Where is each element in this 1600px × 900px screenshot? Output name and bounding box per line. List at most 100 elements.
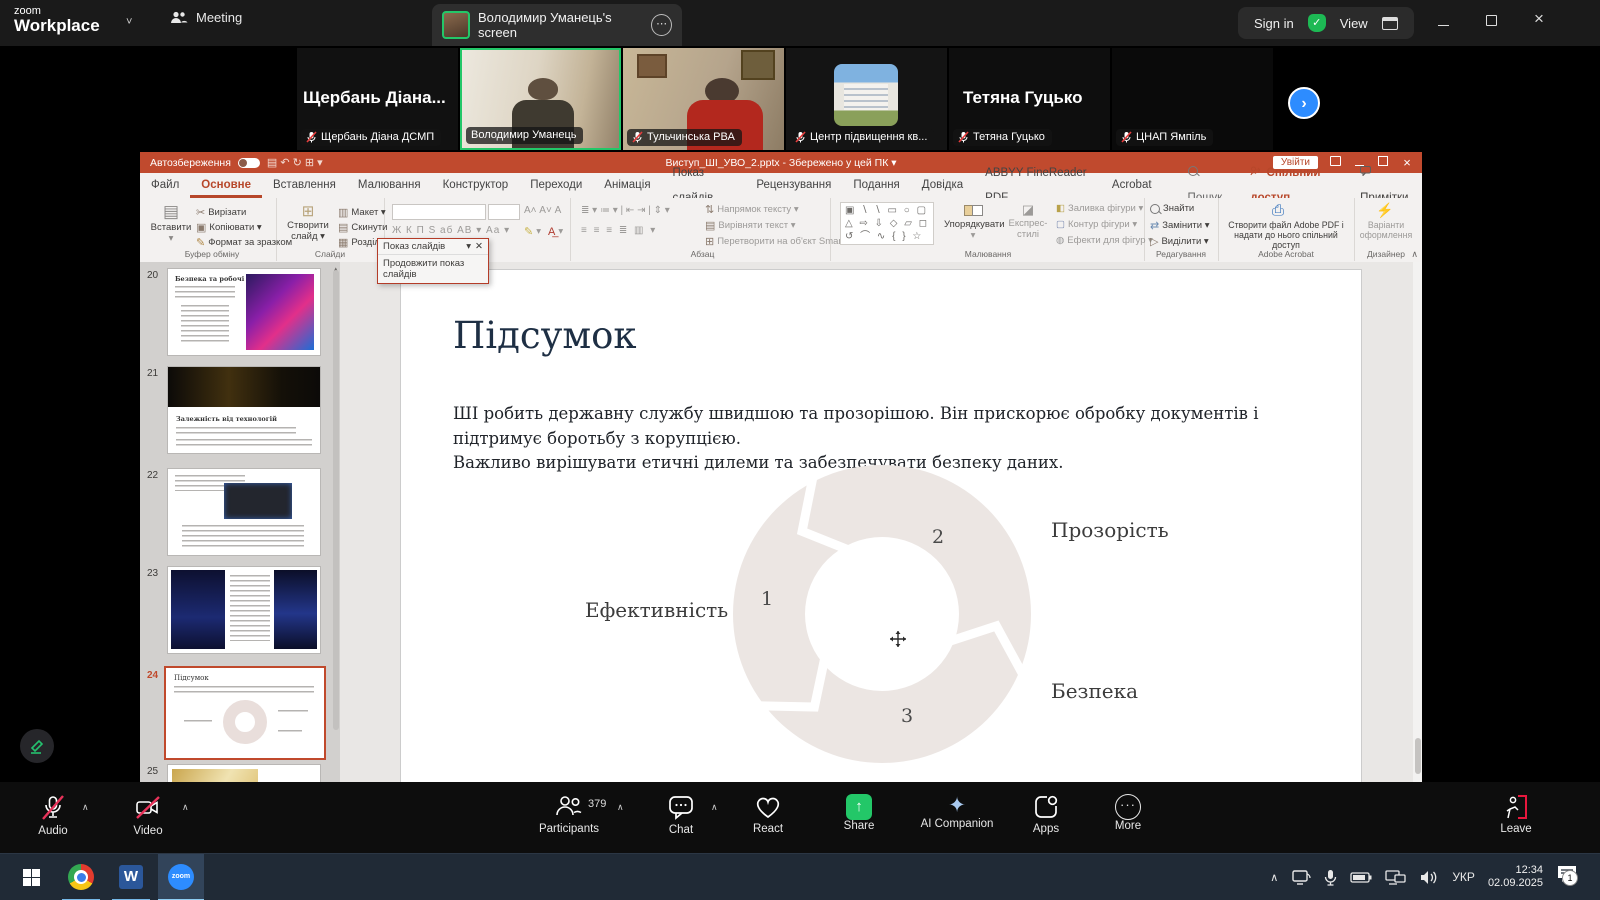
tab-insert[interactable]: Вставлення [262,173,347,198]
find-button[interactable]: Знайти [1150,203,1194,214]
notification-center-button[interactable]: 1 [1556,862,1586,892]
shapes-row[interactable]: △ ⇨ ⇩ ◇ ▱ ◻ [845,217,929,230]
tray-expand-icon[interactable]: ∧ [1270,871,1278,884]
meeting-tab[interactable]: Meeting [170,10,242,25]
cycle-diagram[interactable] [722,454,1042,774]
create-pdf-button[interactable]: Створити файл Adobe PDF і надати до ньог… [1222,220,1350,250]
font-style-buttons[interactable]: Ж К П S аб АВ ▾ Аа ▾ [392,225,510,236]
participants-caret[interactable]: ∧ [617,802,624,813]
video-button[interactable]: Video [118,794,178,837]
screen-share-tab[interactable]: Володимир Уманець's screen ⋯ [432,4,682,46]
resume-slideshow-button[interactable]: Продовжити показ слайдів [378,255,488,283]
popup-close-icon[interactable]: ✕ [475,241,483,252]
layout-button[interactable]: ▥ Макет ▾ [338,206,386,219]
video-options-caret[interactable]: ∧ [182,802,189,813]
ai-companion-button[interactable]: ✦ AI Companion [907,794,1007,830]
view-grid-icon[interactable] [1381,16,1398,30]
copy-button[interactable]: ▣ Копіювати ▾ [196,221,262,234]
window-maximize-button[interactable] [1476,13,1506,29]
tab-design[interactable]: Конструктор [432,173,520,198]
font-name-dropdown[interactable] [392,204,486,220]
video-tile[interactable]: Тульчинська РВА [623,48,784,150]
apps-button[interactable]: Apps [1016,794,1076,835]
paste-button[interactable]: ▤ Вставити ▾ [148,202,194,244]
shapes-row[interactable]: ▣ ∖ ∖ ▭ ○ ▢ [845,204,929,217]
slide-thumbnail-20[interactable]: Безпека та робочі місця [167,268,321,356]
volume-tray-icon[interactable] [1420,870,1439,885]
ppt-sign-in-button[interactable]: Увійти [1272,156,1318,169]
annotation-tool-button[interactable] [20,729,54,763]
ppt-minimize-button[interactable] [1352,157,1366,169]
slide-thumbnail-23[interactable] [167,566,321,654]
taskbar-zoom-button-active[interactable]: zoom [158,854,204,900]
autosave-toggle[interactable] [237,157,260,168]
language-indicator[interactable]: УКР [1452,870,1475,884]
slide-thumbnail-21[interactable]: Залежність від технологій [167,366,321,454]
taskbar-chrome-button[interactable] [58,854,104,900]
highlight-color-button[interactable]: ✎ ▾ А̲ ▾ [524,225,563,239]
tab-file[interactable]: Файл [140,173,190,198]
tab-help[interactable]: Довідка [911,173,974,198]
tab-acrobat[interactable]: Acrobat [1101,173,1163,198]
start-button[interactable] [8,854,54,900]
window-minimize-button[interactable] [1428,13,1458,29]
workspace-chevron-icon[interactable]: ˅ [126,16,132,28]
sign-in-button[interactable]: Sign in [1254,16,1294,31]
current-slide[interactable]: Підсумок ШІ робить державну службу швидш… [400,269,1362,782]
font-size-dropdown[interactable] [488,204,520,220]
network-tray-icon[interactable] [1385,869,1407,885]
tab-draw[interactable]: Малювання [347,173,432,198]
select-button[interactable]: ▷ Виділити ▾ [1150,235,1209,248]
design-ideas-button[interactable]: Варіанти оформлення [1356,220,1416,240]
list-buttons[interactable]: ≣ ▾ ≔ ▾ | ⇤ ⇥ | ⇕ ▾ [581,205,670,216]
battery-tray-icon[interactable] [1350,871,1372,884]
taskbar-clock[interactable]: 12:34 02.09.2025 [1488,864,1543,890]
tab-review[interactable]: Рецензування [745,173,842,198]
align-buttons[interactable]: ≡ ≡ ≡ ≣ ▥ ▾ [581,225,657,236]
video-tile[interactable]: Щербань Діана... Щербань Діана ДСМП [297,48,458,150]
next-participants-button[interactable]: › [1288,87,1320,119]
audio-button[interactable]: Audio [23,794,83,837]
tab-view[interactable]: Подання [842,173,910,198]
collapse-ribbon-icon[interactable]: ∧ [1411,249,1418,260]
tab-transitions[interactable]: Переходи [519,173,593,198]
window-close-button[interactable]: × [1524,10,1554,29]
replace-button[interactable]: ⇄ Замінити ▾ [1150,219,1210,232]
ppt-restore-button[interactable] [1376,156,1390,169]
quick-styles-button[interactable]: ◪ Експрес-стилі [1002,202,1054,240]
slide-thumbnail-25[interactable] [167,764,321,782]
canvas-scrollbar[interactable] [1413,262,1422,782]
view-button[interactable]: View [1340,16,1368,31]
text-direction-button[interactable]: ⇅ Напрямок тексту ▾ [705,203,799,216]
shape-fill-button[interactable]: ◧ Заливка фігури ▾ [1056,203,1143,214]
screen-share-tray-icon[interactable] [1291,869,1311,885]
font-grow-shrink[interactable]: А˄ А˅ А [524,205,561,216]
align-text-button[interactable]: ▤ Вирівняти текст ▾ [705,219,795,232]
canvas-scrollbar-thumb[interactable] [1414,738,1421,774]
leave-button[interactable]: Leave [1486,794,1546,835]
ribbon-options-icon[interactable] [1328,156,1342,169]
tab-more-icon[interactable]: ⋯ [651,14,672,36]
arrange-button[interactable]: Упорядкувати ▾ [944,202,1005,241]
taskbar-word-button[interactable]: W [108,854,154,900]
shape-outline-button[interactable]: ▢ Контур фігури ▾ [1056,219,1137,230]
chat-caret[interactable]: ∧ [711,802,718,813]
reset-button[interactable]: ▤ Скинути [338,221,387,234]
react-button[interactable]: React [738,794,798,835]
shape-effects-button[interactable]: ◍ Ефекти для фігур ▾ [1056,235,1153,246]
audio-options-caret[interactable]: ∧ [82,802,89,813]
ppt-close-button[interactable]: × [1400,155,1414,170]
microphone-tray-icon[interactable] [1324,869,1337,886]
slide-thumbnail-24-selected[interactable]: Підсумок [164,666,326,760]
more-button[interactable]: ··· More [1098,794,1158,832]
slide-thumbnail-22[interactable] [167,468,321,556]
popup-caret-icon[interactable]: ▾ [466,241,471,252]
video-tile[interactable]: Тетяна Гуцько Тетяна Гуцько [949,48,1110,150]
shapes-row[interactable]: ↺ ⌒ ∿ { } ☆ [845,230,929,243]
shapes-gallery[interactable]: ▣ ∖ ∖ ▭ ○ ▢ △ ⇨ ⇩ ◇ ▱ ◻ ↺ ⌒ ∿ { } ☆ [840,202,935,245]
video-tile[interactable]: ЦНАП Ямпіль [1112,48,1273,150]
tab-animations[interactable]: Анімація [593,173,661,198]
tab-home[interactable]: Основне [190,173,262,198]
qat-icons[interactable]: ▤ ↶ ↻ ⊞ ▾ [267,156,323,169]
chat-button[interactable]: Chat [651,794,711,836]
